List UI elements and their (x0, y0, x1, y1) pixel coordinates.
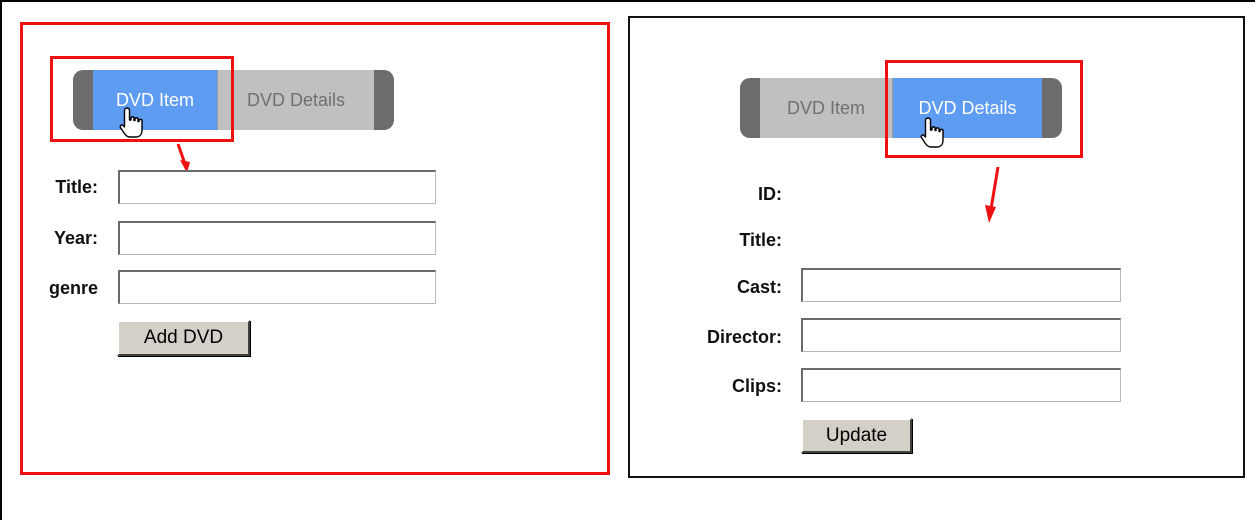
title-input[interactable] (118, 170, 436, 204)
id-label: ID: (758, 184, 782, 204)
update-button[interactable]: Update (801, 418, 912, 453)
hand-pointer-icon (920, 117, 944, 148)
genre-label: genre (48, 278, 98, 298)
director-label: Director: (706, 327, 782, 347)
year-input[interactable] (118, 221, 436, 255)
title-label: Title: (55, 177, 98, 197)
red-arrow-icon (985, 166, 1000, 223)
year-label: Year: (53, 228, 98, 248)
add-dvd-button[interactable]: Add DVD (117, 320, 250, 356)
hand-pointer-icon (119, 107, 143, 138)
clips-input[interactable] (801, 368, 1121, 402)
left-tab-dvd-details[interactable]: DVD Details (217, 70, 374, 130)
genre-input[interactable] (118, 270, 436, 304)
cast-label: Cast: (736, 277, 782, 297)
clips-label: Clips: (731, 376, 782, 396)
right-tab-dvd-item[interactable]: DVD Item (760, 78, 892, 138)
title-static-label: Title: (739, 230, 782, 250)
right-tab-highlight-box (885, 60, 1083, 158)
director-input[interactable] (801, 318, 1121, 352)
cast-input[interactable] (801, 268, 1121, 302)
